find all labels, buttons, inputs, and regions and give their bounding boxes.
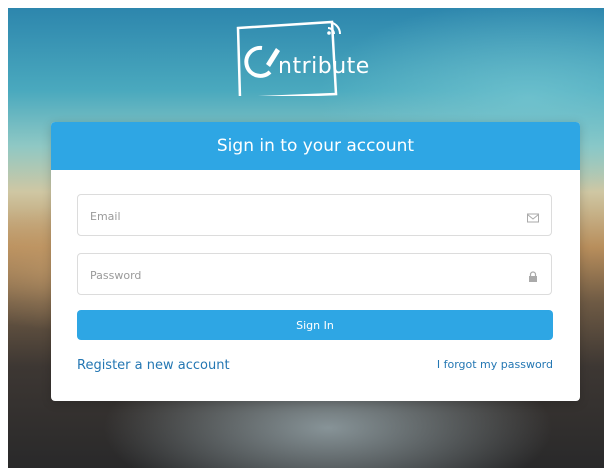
card-header: Sign in to your account — [51, 122, 580, 170]
password-field[interactable] — [77, 253, 552, 296]
card-title: Sign in to your account — [216, 136, 415, 156]
contribute-logo: ntribute — [232, 18, 392, 96]
sign-in-button[interactable]: Sign In — [77, 310, 553, 340]
login-card: Sign in to your account Sign In Register — [51, 122, 580, 401]
background-photo: ntribute Sign in to your account Email S… — [8, 8, 604, 468]
lock-icon — [527, 268, 539, 282]
password-input[interactable] — [88, 254, 512, 296]
email-input[interactable] — [88, 195, 512, 237]
register-link[interactable]: Register a new account — [77, 358, 230, 373]
email-field[interactable] — [77, 194, 552, 237]
forgot-password-link[interactable]: I forgot my password — [437, 358, 553, 371]
brand-name: ntribute — [278, 54, 370, 79]
envelope-icon — [527, 209, 539, 223]
